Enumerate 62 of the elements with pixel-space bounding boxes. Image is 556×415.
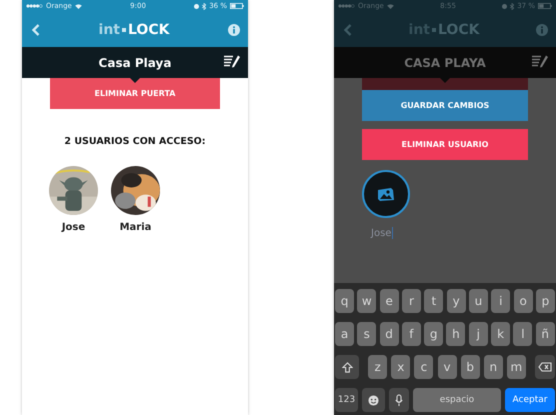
key[interactable]: c (414, 355, 434, 379)
signal-icon (338, 4, 355, 8)
key[interactable]: l (513, 322, 532, 346)
bluetooth-icon (510, 2, 514, 10)
user-name: Jose (62, 222, 86, 233)
emoji-key[interactable] (362, 388, 385, 412)
user-name: Maria (120, 222, 152, 233)
space-key[interactable]: espacio (413, 388, 501, 412)
emoji-icon (368, 394, 379, 406)
edit-icon[interactable] (224, 55, 240, 68)
key[interactable]: ñ (536, 322, 555, 346)
microphone-icon (395, 394, 403, 406)
avatar-picker-button[interactable] (362, 170, 410, 218)
key[interactable]: r (402, 289, 421, 313)
key[interactable]: d (380, 322, 399, 346)
key[interactable]: o (514, 289, 533, 313)
door-title: Casa Playa (98, 56, 172, 70)
key[interactable]: j (468, 322, 488, 346)
wifi-icon (386, 4, 394, 8)
key[interactable]: u (468, 289, 488, 313)
app-logo: int LOCK (98, 22, 170, 38)
delete-user-button[interactable]: ELIMINAR USUARIO (362, 129, 528, 160)
users-heading: 2 USUARIOS CON ACCESO: (63, 136, 207, 147)
alarm-icon (194, 4, 200, 8)
key[interactable]: p (536, 289, 555, 313)
key[interactable]: a (335, 322, 354, 346)
key[interactable]: t (424, 289, 444, 313)
key[interactable]: k (491, 322, 510, 346)
key[interactable]: h (446, 322, 466, 346)
key[interactable]: i (491, 289, 510, 313)
key[interactable]: y (446, 289, 466, 313)
shift-icon (342, 362, 352, 372)
signal-icon (26, 4, 43, 8)
info-icon[interactable] (228, 24, 240, 36)
key[interactable]: f (402, 322, 421, 346)
bluetooth-icon (202, 2, 206, 10)
name-field[interactable]: Jose (371, 226, 556, 240)
door-title: CASA PLAYA (404, 56, 486, 70)
save-button[interactable]: GUARDAR CAMBIOS (362, 90, 528, 121)
backspace-key[interactable] (535, 355, 555, 379)
wifi-icon (74, 4, 82, 8)
key[interactable]: s (357, 322, 376, 346)
key[interactable]: g (424, 322, 444, 346)
shift-key[interactable] (335, 355, 359, 379)
battery-icon (230, 3, 244, 9)
mic-key[interactable] (389, 388, 409, 412)
key[interactable]: m (506, 355, 526, 379)
key[interactable]: b (460, 355, 480, 379)
key[interactable]: e (380, 289, 399, 313)
delete-door-button[interactable]: ELIMINAR PUERTA (50, 78, 220, 109)
backspace-icon (538, 362, 552, 372)
key[interactable]: w (357, 289, 376, 313)
battery-icon (538, 3, 552, 9)
numbers-key[interactable]: 123 (335, 388, 358, 412)
return-key[interactable]: Aceptar (505, 388, 555, 412)
key[interactable]: n (484, 355, 503, 379)
alarm-icon (502, 4, 508, 8)
image-icon (377, 186, 395, 202)
key[interactable]: x (391, 355, 410, 379)
key[interactable]: v (438, 355, 456, 379)
key[interactable]: z (368, 355, 388, 379)
key[interactable]: q (335, 289, 354, 313)
